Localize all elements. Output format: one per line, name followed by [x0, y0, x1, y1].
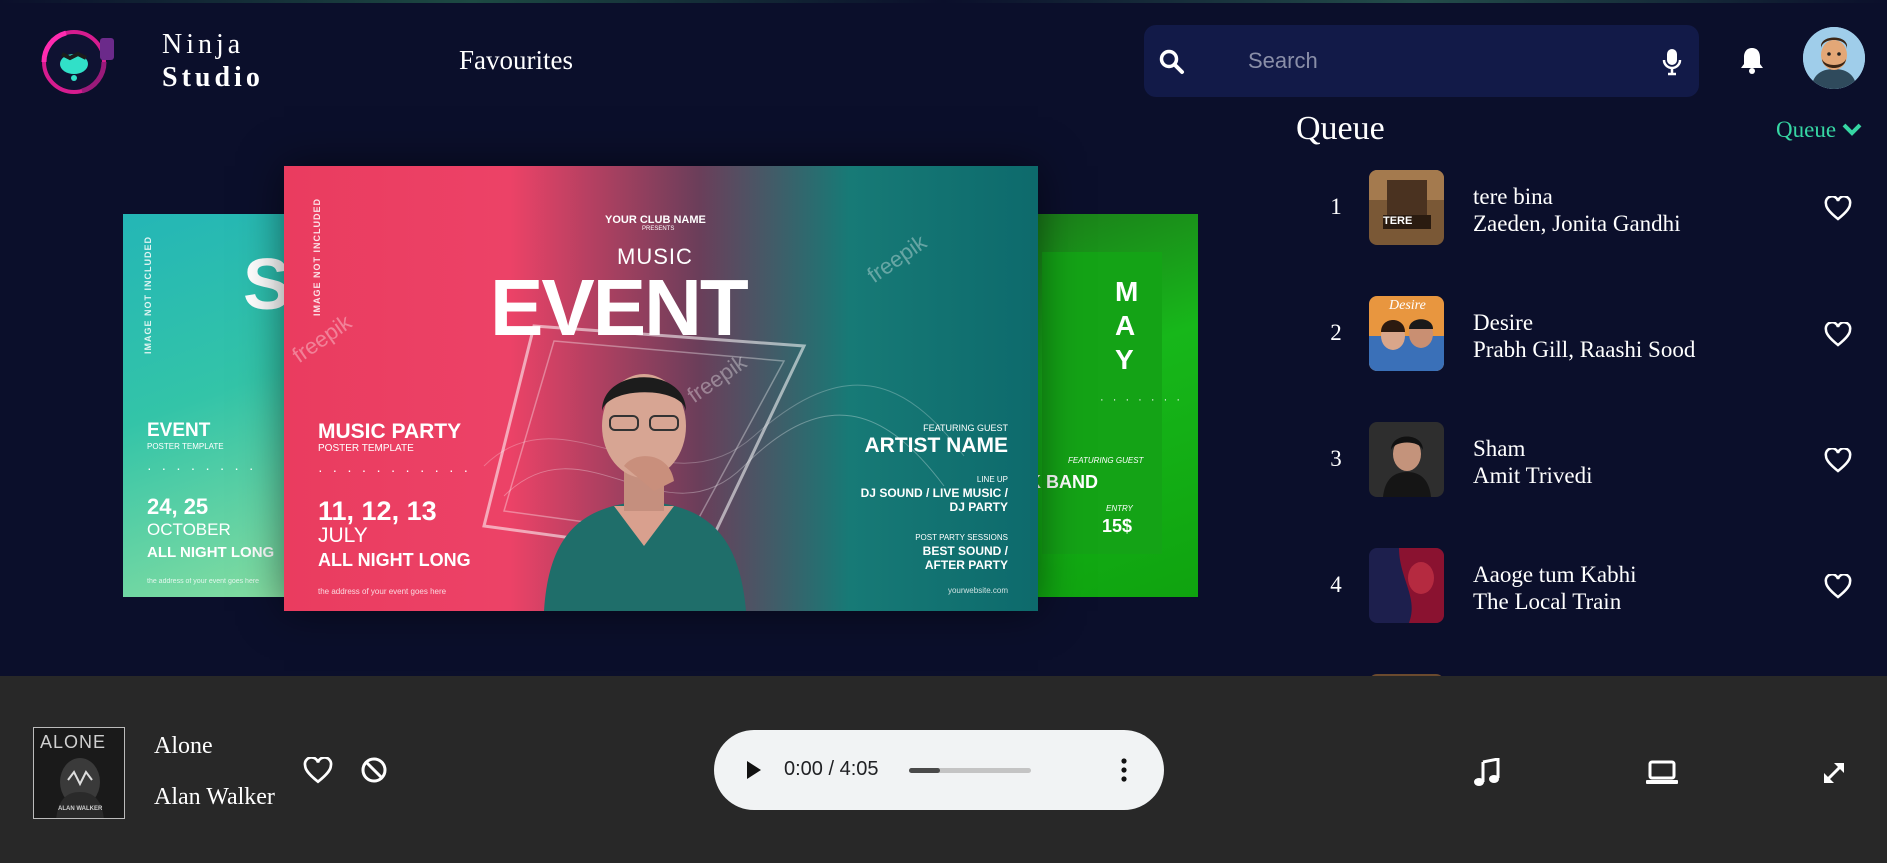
queue-item-title: Sham — [1473, 436, 1526, 461]
poster-entry: ENTRY — [1106, 504, 1133, 513]
queue-item-artist: The Local Train — [1473, 589, 1622, 614]
now-playing-artist: Alan Walker — [154, 784, 275, 810]
poster-featuring: FEATURING GUEST — [1068, 456, 1144, 465]
more-options-icon[interactable] — [1119, 756, 1129, 784]
brand-line-1: Ninja — [162, 29, 245, 60]
poster-featuring: FEATURING GUEST — [923, 423, 1008, 433]
poster-party: MUSIC PARTY — [318, 420, 462, 443]
poster-month: JULY — [318, 524, 368, 547]
queue-item-artist: Prabh Gill, Raashi Sood — [1473, 337, 1696, 362]
top-accent-line — [0, 0, 1887, 3]
poster-artist: ARTIST NAME — [864, 434, 1009, 457]
poster-dates: 24, 25 — [147, 494, 209, 519]
queue-item-index: 2 — [1330, 320, 1342, 345]
queue-item[interactable]: 4 Aaoge tum Kabhi The Local Train — [1296, 536, 1887, 623]
poster-party-sub: POSTER TEMPLATE — [318, 443, 414, 454]
heart-icon[interactable] — [1824, 321, 1852, 348]
queue-item-title: Aaoge tum Kabhi — [1473, 562, 1637, 587]
queue-item-index: 4 — [1330, 572, 1342, 597]
poster-tagline: ALL NIGHT LONG — [318, 550, 471, 570]
thumbnail-text: TERE — [1383, 215, 1413, 227]
poster-price: 15$ — [1102, 516, 1133, 536]
vertical-note: IMAGE NOT INCLUDED — [143, 236, 153, 354]
poster-post-2: AFTER PARTY — [924, 558, 1008, 572]
poster-event: EVENT — [490, 263, 749, 352]
poster-post-party: POST PARTY SESSIONS — [915, 533, 1008, 542]
logo[interactable] — [36, 28, 128, 96]
poster-m1: M — [1115, 276, 1139, 307]
search-icon[interactable] — [1159, 49, 1185, 75]
poster-post-1: BEST SOUND / — [922, 544, 1008, 558]
poster-m2: A — [1115, 310, 1136, 341]
chevron-down-icon — [1842, 117, 1862, 143]
dots-divider: · · · · · · · · · · · — [318, 462, 472, 478]
queue-item-thumbnail: TERE — [1369, 170, 1444, 245]
favourites-link[interactable]: Favourites — [459, 45, 573, 76]
search-bar — [1144, 25, 1699, 97]
poster-tagline: ALL NIGHT LONG — [147, 544, 275, 561]
audio-player: 0:00 / 4:05 — [714, 730, 1164, 810]
queue-item-thumbnail — [1369, 422, 1444, 497]
queue-item[interactable]: 3 Sham Amit Trivedi — [1296, 410, 1887, 497]
vertical-note: IMAGE NOT INCLUDED — [312, 198, 322, 316]
cover-artist: ALAN WALKER — [58, 806, 103, 812]
expand-icon[interactable] — [1821, 760, 1847, 791]
cover-title: ALONE — [40, 732, 107, 752]
poster-lineup: LINE UP — [976, 475, 1008, 484]
queue-item-partial[interactable] — [1296, 662, 1887, 676]
queue-item-artist: Zaeden, Jonita Gandhi — [1473, 211, 1681, 236]
block-icon[interactable] — [360, 756, 388, 784]
avatar[interactable] — [1803, 27, 1865, 89]
heart-icon[interactable] — [303, 756, 333, 785]
poster-m3: Y — [1115, 344, 1134, 375]
queue-item-thumbnail: Desire — [1369, 296, 1444, 371]
poster-lineup-1: DJ SOUND / LIVE MUSIC / — [860, 486, 1008, 500]
poster-footer: the address of your event goes here — [147, 578, 260, 585]
queue-item-thumbnail — [1369, 548, 1444, 623]
now-playing-title: Alone — [154, 733, 213, 759]
thumbnail-text: Desire — [1389, 298, 1426, 313]
queue-item-title: tere bina — [1473, 184, 1553, 209]
queue-item-title: Desire — [1473, 310, 1534, 335]
player-bar: ALONE ALAN WALKER Alone Alan Walker 0:00… — [0, 676, 1887, 863]
progress-fill — [909, 768, 940, 773]
queue-item[interactable]: 1 TERE tere bina Zaeden, Jonita Gandhi — [1296, 158, 1887, 245]
poster-dates: 11, 12, 13 — [318, 496, 437, 526]
playback-time: 0:00 / 4:05 — [784, 758, 879, 780]
poster-club: YOUR CLUB NAME — [605, 214, 706, 226]
queue-title: Queue — [1296, 110, 1385, 147]
now-playing-cover: ALONE ALAN WALKER — [33, 727, 125, 819]
music-note-icon[interactable] — [1473, 757, 1501, 793]
bell-icon[interactable] — [1737, 45, 1767, 75]
heart-icon[interactable] — [1824, 573, 1852, 600]
heart-icon[interactable] — [1824, 447, 1852, 474]
search-input[interactable] — [1248, 43, 1598, 79]
poster-heading: EVENT — [147, 420, 211, 441]
poster-presents: PRESENTS — [642, 226, 675, 232]
laptop-icon[interactable] — [1645, 760, 1679, 791]
poster-address: the address of your event goes here — [318, 587, 447, 596]
queue-item[interactable]: 2 Desire Desire Prabh Gill, Raashi Sood — [1296, 284, 1887, 371]
poster-sub: POSTER TEMPLATE — [147, 442, 224, 451]
queue-list: 1 TERE tere bina Zaeden, Jonita Gandhi 2 — [1296, 158, 1887, 676]
queue-item-index: 1 — [1330, 194, 1342, 219]
dots-divider: · · · · · · · — [1100, 394, 1183, 406]
queue-toggle[interactable]: Queue — [1776, 117, 1862, 143]
microphone-icon[interactable] — [1662, 47, 1682, 77]
carousel-card-main[interactable]: IMAGE NOT INCLUDED YOUR CLUB NAME PRESEN… — [284, 166, 1038, 611]
poster-lineup-2: DJ PARTY — [949, 500, 1008, 514]
queue-toggle-label: Queue — [1776, 117, 1837, 142]
poster-website: yourwebsite.com — [947, 586, 1008, 595]
dots-divider: · · · · · · · · — [147, 460, 257, 476]
play-icon[interactable] — [744, 759, 764, 781]
queue-item-artist: Amit Trivedi — [1473, 463, 1593, 488]
progress-bar[interactable] — [909, 768, 1031, 773]
brand-line-2: Studio — [162, 62, 264, 93]
heart-icon[interactable] — [1824, 195, 1852, 222]
brand-name: Ninja Studio — [162, 28, 264, 94]
queue-item-index: 3 — [1330, 446, 1342, 471]
poster-month: OCTOBER — [147, 520, 231, 539]
